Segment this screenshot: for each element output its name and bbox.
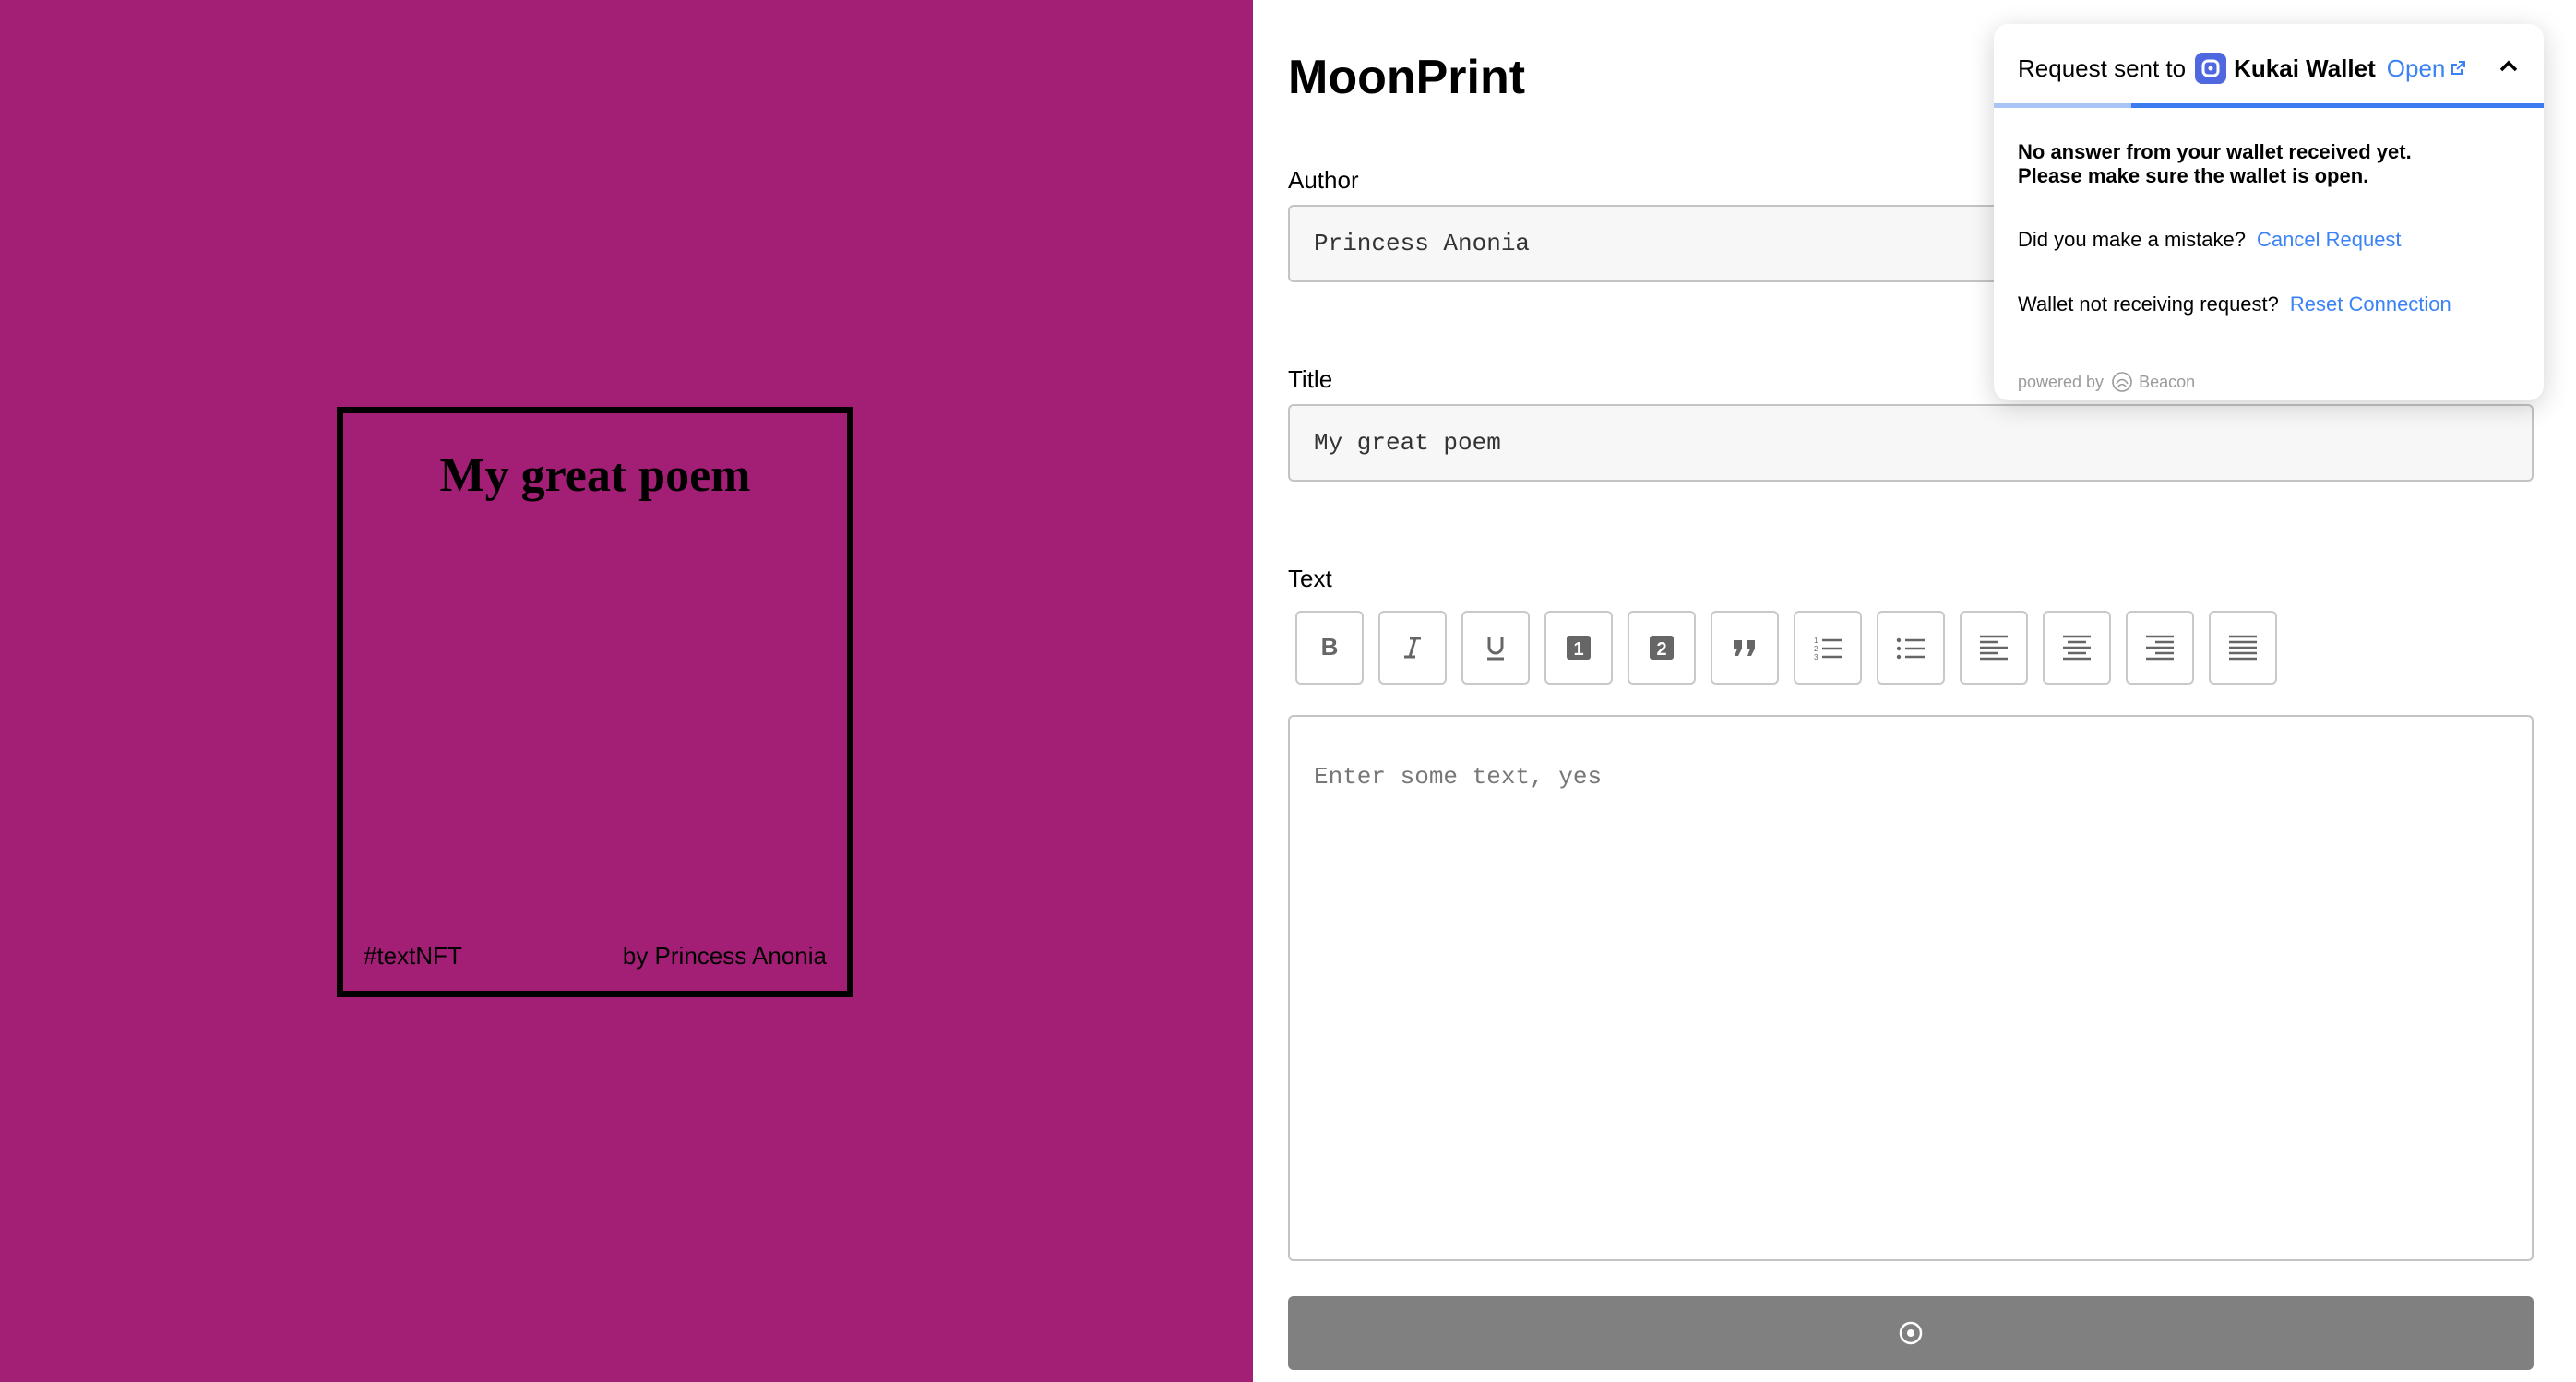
- beacon-popup: Request sent to Kukai Wallet Open No ans…: [1994, 24, 2544, 400]
- app-title: MoonPrint: [1288, 51, 1526, 104]
- quote-icon: [1734, 640, 1755, 656]
- align-right-button[interactable]: [2126, 611, 2194, 685]
- heading-two-icon: 2: [1650, 636, 1674, 660]
- bulleted-list-icon: [1896, 637, 1925, 660]
- reset-connection-link[interactable]: Reset Connection: [2290, 292, 2451, 316]
- author-value: Princess Anonia: [1314, 230, 1531, 257]
- italic-icon: [1404, 637, 1421, 659]
- powered-by-text: powered by: [2018, 372, 2105, 391]
- progress-fill: [2131, 103, 2544, 108]
- request-sent-text: Request sent to: [2018, 54, 2187, 82]
- heading-one-icon: 1: [1567, 636, 1591, 660]
- title-field[interactable]: My great poem: [1288, 404, 2534, 482]
- open-wallet-link[interactable]: Open: [2387, 54, 2468, 83]
- editor-toolbar: B 1 2 123: [1295, 611, 2277, 685]
- align-right-icon: [2146, 635, 2174, 661]
- bold-icon: B: [1321, 635, 1339, 661]
- numbered-list-button[interactable]: 123: [1794, 611, 1862, 685]
- heading-two-button[interactable]: 2: [1628, 611, 1696, 685]
- align-left-icon: [1980, 635, 2008, 661]
- heading-one-button[interactable]: 1: [1544, 611, 1613, 685]
- align-left-button[interactable]: [1960, 611, 2028, 685]
- cancel-request-link[interactable]: Cancel Request: [2257, 228, 2402, 251]
- underline-button[interactable]: [1461, 611, 1530, 685]
- align-justify-icon: [2229, 635, 2257, 661]
- beacon-logo-icon: [2112, 372, 2132, 392]
- numbered-list-icon: 123: [1814, 637, 1842, 661]
- italic-button[interactable]: [1378, 611, 1447, 685]
- wallet-name: Kukai Wallet: [2234, 54, 2376, 82]
- request-progress-bar: [1994, 103, 2544, 108]
- submit-button[interactable]: [1288, 1296, 2534, 1370]
- title-value: My great poem: [1314, 429, 1501, 457]
- bold-button[interactable]: B: [1295, 611, 1364, 685]
- text-input[interactable]: [1290, 717, 2532, 1259]
- svg-text:2: 2: [1814, 645, 1819, 653]
- beacon-brand[interactable]: Beacon: [2111, 371, 2195, 393]
- chevron-up-icon: [2499, 60, 2518, 72]
- poem-card: My great poem #textNFT by Princess Anoni…: [337, 407, 853, 997]
- align-justify-button[interactable]: [2209, 611, 2277, 685]
- svg-text:2: 2: [1656, 639, 1666, 660]
- warning-line-1: No answer from your wallet received yet.: [2018, 140, 2412, 163]
- mistake-row: Did you make a mistake? Cancel Request: [2018, 228, 2402, 252]
- svg-text:1: 1: [1573, 639, 1583, 660]
- no-answer-warning: No answer from your wallet received yet.…: [2018, 140, 2516, 188]
- warning-line-2: Please make sure the wallet is open.: [2018, 164, 2369, 187]
- reset-row: Wallet not receiving request? Reset Conne…: [2018, 292, 2451, 316]
- not-receiving-text: Wallet not receiving request?: [2018, 292, 2279, 316]
- poem-title: My great poem: [439, 449, 751, 502]
- beacon-name: Beacon: [2139, 372, 2196, 391]
- align-center-icon: [2063, 635, 2091, 661]
- align-center-button[interactable]: [2043, 611, 2111, 685]
- text-editor: [1288, 715, 2534, 1261]
- kukai-wallet-logo-icon: [2195, 53, 2227, 84]
- text-label: Text: [1288, 565, 1332, 592]
- bulleted-list-button[interactable]: [1877, 611, 1945, 685]
- open-label: Open: [2386, 54, 2446, 82]
- poem-byline: by Princess Anonia: [622, 942, 827, 970]
- poem-preview-panel: My great poem #textNFT by Princess Anoni…: [0, 0, 1253, 1382]
- mistake-text: Did you make a mistake?: [2018, 228, 2246, 251]
- title-label: Title: [1288, 365, 1333, 393]
- popup-header: Request sent to Kukai Wallet Open: [2018, 48, 2520, 89]
- block-quote-button[interactable]: [1711, 611, 1779, 685]
- svg-text:B: B: [1321, 635, 1339, 661]
- poem-hashtag: #textNFT: [364, 942, 462, 970]
- underline-icon: [1487, 637, 1504, 661]
- author-label: Author: [1288, 166, 1359, 194]
- spinner-icon: [1899, 1321, 1923, 1345]
- collapse-button[interactable]: [2498, 55, 2520, 84]
- svg-text:3: 3: [1814, 653, 1819, 661]
- external-link-icon: [2451, 61, 2466, 75]
- svg-text:1: 1: [1814, 637, 1819, 645]
- powered-by: powered by Beacon: [2018, 371, 2195, 393]
